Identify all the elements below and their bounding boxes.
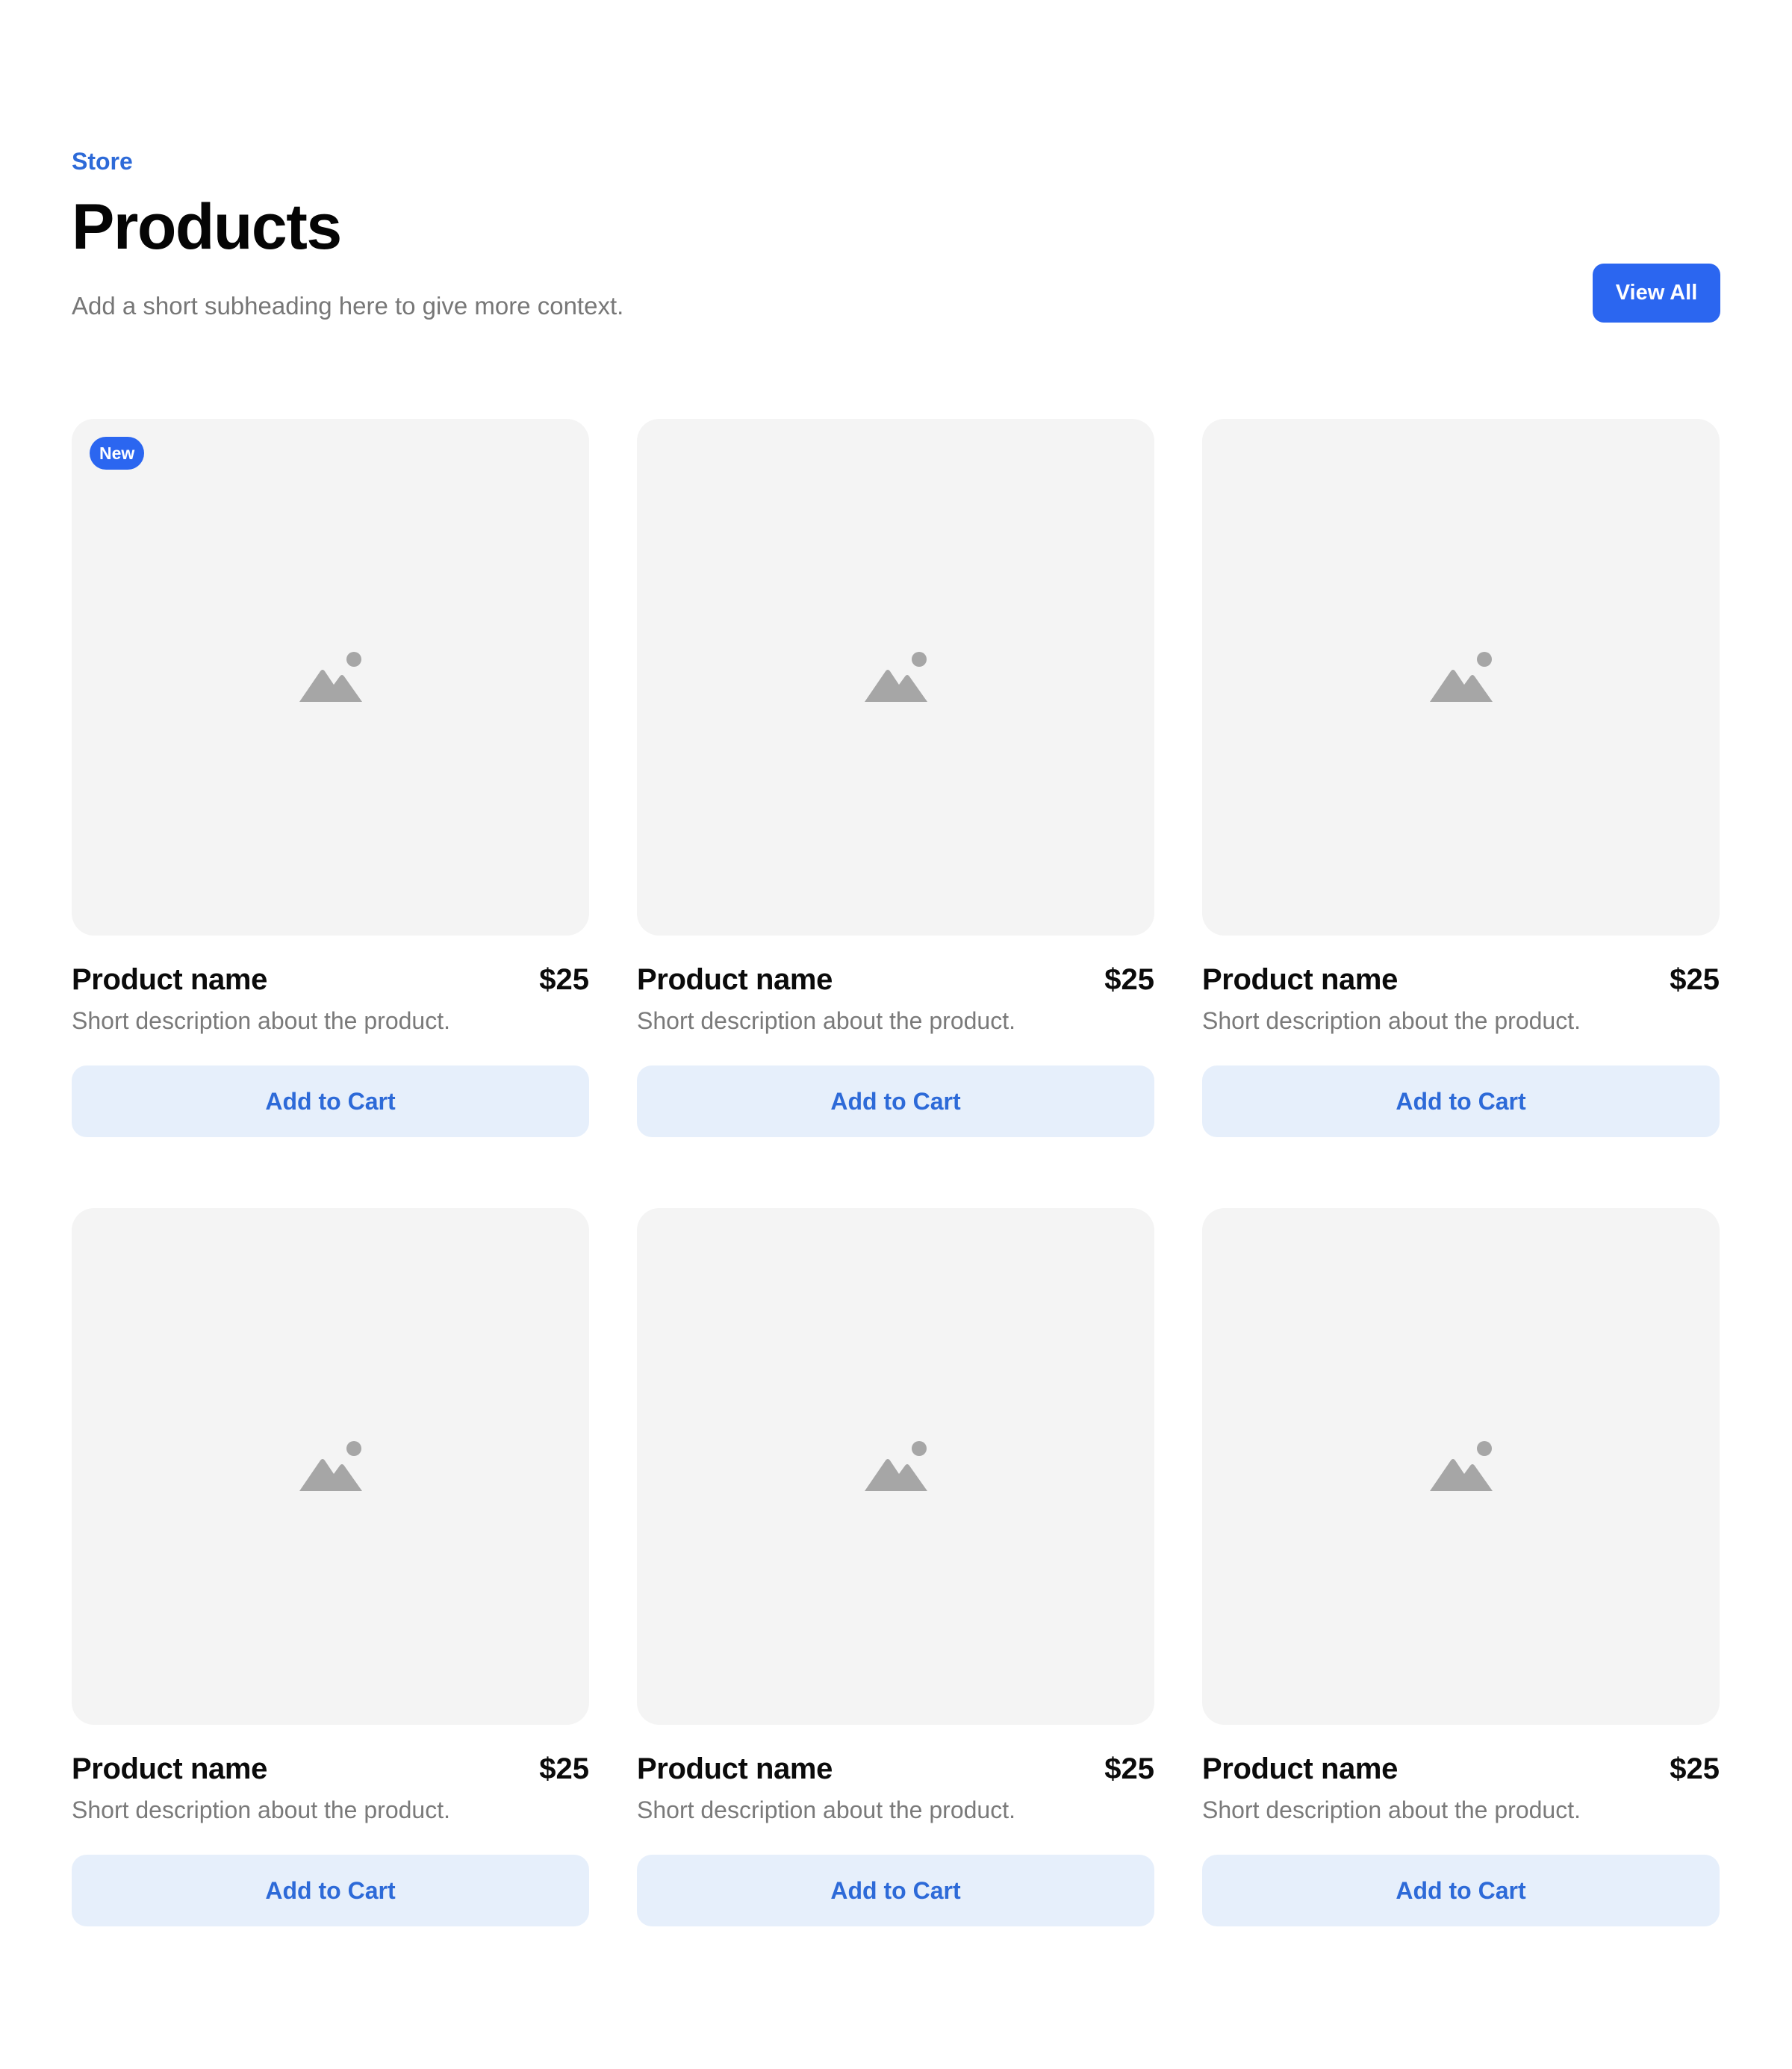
product-description: Short description about the product. — [637, 1796, 1015, 1823]
product-name[interactable]: Product name — [72, 961, 267, 998]
product-description: Short description about the product. — [637, 1007, 1015, 1034]
product-card: Product name $25 Short description about… — [1202, 1208, 1720, 1926]
image-placeholder-icon — [864, 652, 927, 702]
product-name[interactable]: Product name — [72, 1750, 267, 1788]
product-description: Short description about the product. — [1202, 1007, 1581, 1034]
product-price: $25 — [1104, 1752, 1154, 1785]
product-image-placeholder[interactable] — [72, 1208, 589, 1725]
image-placeholder-icon — [299, 1441, 362, 1491]
product-description: Short description about the product. — [1202, 1796, 1581, 1823]
page-title: Products — [72, 191, 342, 263]
product-price: $25 — [539, 963, 589, 996]
product-image-placeholder[interactable] — [1202, 1208, 1720, 1725]
product-price: $25 — [539, 1752, 589, 1785]
product-grid: New Product name $25 Short description a… — [72, 419, 1720, 1926]
product-name[interactable]: Product name — [637, 961, 833, 998]
product-card: Product name $25 Short description about… — [637, 1208, 1154, 1926]
add-to-cart-button[interactable]: Add to Cart — [1202, 1065, 1720, 1137]
image-placeholder-icon — [1429, 652, 1493, 702]
add-to-cart-button[interactable]: Add to Cart — [72, 1855, 589, 1926]
add-to-cart-button[interactable]: Add to Cart — [637, 1855, 1154, 1926]
product-image-placeholder[interactable] — [1202, 419, 1720, 936]
add-to-cart-button[interactable]: Add to Cart — [1202, 1855, 1720, 1926]
add-to-cart-button[interactable]: Add to Cart — [637, 1065, 1154, 1137]
product-image-placeholder[interactable] — [637, 1208, 1154, 1725]
product-name[interactable]: Product name — [1202, 1750, 1398, 1788]
product-card: New Product name $25 Short description a… — [72, 419, 589, 1137]
image-placeholder-icon — [1429, 1441, 1493, 1491]
section-eyebrow: Store — [72, 148, 133, 175]
add-to-cart-button[interactable]: Add to Cart — [72, 1065, 589, 1137]
product-name[interactable]: Product name — [637, 1750, 833, 1788]
image-placeholder-icon — [299, 652, 362, 702]
product-description: Short description about the product. — [72, 1007, 450, 1034]
product-image-placeholder[interactable]: New — [72, 419, 589, 936]
view-all-button[interactable]: View All — [1593, 264, 1720, 323]
product-description: Short description about the product. — [72, 1796, 450, 1823]
product-price: $25 — [1670, 963, 1720, 996]
product-price: $25 — [1670, 1752, 1720, 1785]
product-name[interactable]: Product name — [1202, 961, 1398, 998]
image-placeholder-icon — [864, 1441, 927, 1491]
product-price: $25 — [1104, 963, 1154, 996]
product-image-placeholder[interactable] — [637, 419, 1154, 936]
product-card: Product name $25 Short description about… — [1202, 419, 1720, 1137]
new-badge: New — [90, 437, 145, 470]
product-card: Product name $25 Short description about… — [72, 1208, 589, 1926]
product-card: Product name $25 Short description about… — [637, 419, 1154, 1137]
page-subheading: Add a short subheading here to give more… — [72, 292, 624, 320]
